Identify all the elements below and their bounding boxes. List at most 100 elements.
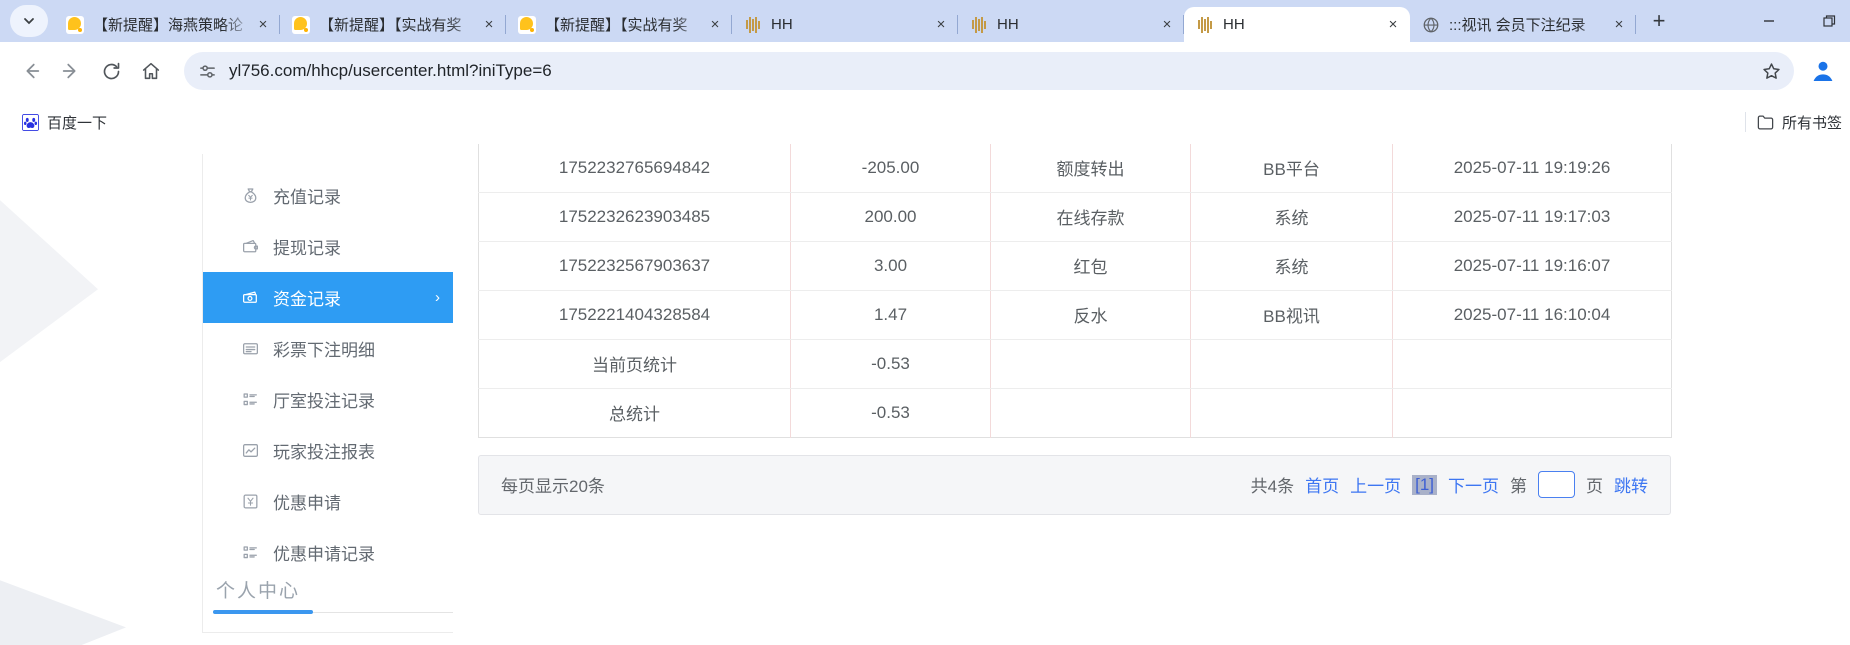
tab-title: HH	[997, 16, 1019, 33]
table-cell: 2025-07-11 19:19:26	[1392, 144, 1672, 193]
table-cell: 反水	[990, 290, 1191, 340]
sidebar-item-1[interactable]: 充值记录	[203, 170, 453, 221]
sidebar-item-label: 玩家投注报表	[273, 443, 375, 462]
table-row: 1752232623903485 200.00 在线存款 系统 2025-07-11 1…	[478, 192, 1672, 242]
tab-close-icon[interactable]: ×	[254, 16, 272, 34]
chevron-right-icon: ›	[435, 289, 440, 306]
all-bookmarks-button[interactable]: 所有书签	[1756, 112, 1842, 133]
sidebar-item-label: 优惠申请记录	[273, 545, 375, 564]
tab-search-button[interactable]	[10, 5, 48, 37]
browser-tab-2[interactable]: 【新提醒】【实战有奖 ×	[280, 7, 506, 42]
reload-icon	[103, 62, 119, 79]
decorative-triangle	[0, 182, 98, 377]
browser-tab-6[interactable]: HH ×	[1184, 7, 1410, 42]
home-icon	[142, 62, 160, 80]
table-cell	[990, 388, 1191, 437]
tab-title: 【新提醒】海燕策略论	[93, 17, 244, 34]
tab-close-icon[interactable]: ×	[1384, 16, 1402, 34]
chart-icon	[243, 444, 258, 457]
bookmarks-bar-right: 所有书签	[1744, 112, 1842, 133]
jump-suffix-label: 页	[1586, 477, 1603, 496]
tab-title: 【新提醒】【实战有奖	[319, 17, 462, 34]
tab-close-icon[interactable]: ×	[932, 16, 950, 34]
forward-icon	[62, 63, 76, 79]
tab-close-icon[interactable]: ×	[706, 16, 724, 34]
pagination-controls: 共4条 首页 上一页 [1] 下一页 第 页 跳转	[1251, 471, 1648, 498]
browser-tab-5[interactable]: HH ×	[958, 7, 1184, 42]
forward-button[interactable]	[54, 54, 88, 88]
gold-wave-icon	[1196, 16, 1214, 34]
coupon-icon	[243, 494, 258, 509]
next-page-link[interactable]: 下一页	[1448, 472, 1499, 497]
webpage-content: 充值记录 提现记录资金记录 › 彩票下注明细厅室投注记录 玩家投注报表优惠申请优惠申请记…	[0, 144, 1850, 645]
sidebar-item-5[interactable]: 厅室投注记录	[203, 374, 453, 425]
gold-wave-icon	[970, 16, 988, 34]
back-button[interactable]	[14, 54, 48, 88]
bookmark-item-baidu[interactable]: 百度一下	[14, 108, 115, 137]
restore-button[interactable]	[1814, 6, 1844, 36]
bookmark-label: 百度一下	[47, 114, 108, 132]
profile-avatar[interactable]	[1808, 56, 1838, 86]
chevron-down-icon	[24, 18, 34, 25]
minimize-button[interactable]	[1754, 6, 1784, 36]
sidebar-item-2[interactable]: 提现记录	[203, 221, 453, 272]
restore-icon	[1823, 15, 1836, 27]
page-size-label: 每页显示20条	[501, 477, 605, 496]
usercenter-sidebar: 充值记录 提现记录资金记录 › 彩票下注明细厅室投注记录 玩家投注报表优惠申请优惠申请记…	[202, 154, 453, 633]
sidebar-item-8[interactable]: 优惠申请记录	[203, 527, 453, 578]
table-cell: 3.00	[790, 241, 991, 291]
browser-tab-1[interactable]: 【新提醒】海燕策略论 ×	[54, 7, 280, 42]
table-cell: 2025-07-11 19:16:07	[1392, 241, 1672, 291]
tab-close-icon[interactable]: ×	[1158, 16, 1176, 34]
table-cell: BB平台	[1190, 144, 1393, 193]
tab-title: 【新提醒】【实战有奖	[545, 17, 688, 34]
sidebar-item-label: 厅室投注记录	[273, 392, 375, 411]
table-cell: 系统	[1190, 192, 1393, 242]
jump-button[interactable]: 跳转	[1614, 472, 1648, 497]
list-icon	[243, 546, 257, 559]
table-row: 1752221404328584 1.47 反水 BB视讯 2025-07-11 16:…	[478, 290, 1672, 340]
tab-title: HH	[771, 16, 793, 33]
table-cell	[1393, 388, 1672, 437]
table-cell: 1752232765694842	[478, 144, 791, 193]
baidu-paw-icon	[22, 113, 39, 131]
table-cell	[990, 339, 1191, 389]
tab-close-icon[interactable]: ×	[480, 16, 498, 34]
table-cell: 200.00	[790, 192, 991, 242]
url-text: yl756.com/hhcp/usercenter.html?iniType=6	[229, 61, 552, 80]
tab-close-icon[interactable]: ×	[1610, 16, 1628, 34]
globe-icon	[1422, 16, 1440, 34]
browser-tab-3[interactable]: 【新提醒】【实战有奖 ×	[506, 7, 732, 42]
back-icon	[26, 63, 40, 79]
moneybag-icon	[244, 188, 257, 203]
sidebar-item-3[interactable]: 资金记录 ›	[203, 272, 453, 323]
prev-page-link[interactable]: 上一页	[1350, 472, 1401, 497]
bookmark-star-icon[interactable]	[1761, 61, 1782, 82]
sidebar-item-label: 资金记录	[273, 290, 341, 309]
home-button[interactable]	[134, 54, 168, 88]
table-cell: 系统	[1190, 241, 1393, 291]
bookmarks-separator	[1744, 112, 1746, 132]
browser-tab-4[interactable]: HH ×	[732, 7, 958, 42]
table-cell: 2025-07-11 19:17:03	[1392, 192, 1672, 242]
bookmarks-bar: 百度一下 所有书签	[0, 100, 1850, 144]
table-cell: 1.47	[790, 290, 991, 340]
reload-button[interactable]	[94, 54, 128, 88]
page-jump-input[interactable]	[1538, 471, 1575, 498]
browser-toolbar: yl756.com/hhcp/usercenter.html?iniType=6	[0, 42, 1850, 100]
sidebar-item-6[interactable]: 玩家投注报表	[203, 425, 453, 476]
address-bar[interactable]: yl756.com/hhcp/usercenter.html?iniType=6	[184, 52, 1794, 90]
table-cell: 总统计	[478, 388, 791, 437]
browser-tab-7[interactable]: :::视讯 会员下注纪录 ×	[1410, 7, 1636, 42]
tab-title: :::视讯 会员下注纪录	[1449, 17, 1586, 34]
cash-icon	[243, 291, 257, 303]
table-cell: BB视讯	[1190, 290, 1393, 340]
gold-wave-icon	[744, 16, 762, 34]
wallet-icon	[243, 239, 258, 253]
sidebar-item-7[interactable]: 优惠申请	[203, 476, 453, 527]
first-page-link[interactable]: 首页	[1305, 472, 1339, 497]
table-cell	[1190, 388, 1393, 437]
funds-table: 1752232765694842 -205.00 额度转出 BB平台 2025-07-1…	[478, 144, 1672, 438]
new-tab-button[interactable]: +	[1644, 6, 1674, 36]
sidebar-item-4[interactable]: 彩票下注明细	[203, 323, 453, 374]
